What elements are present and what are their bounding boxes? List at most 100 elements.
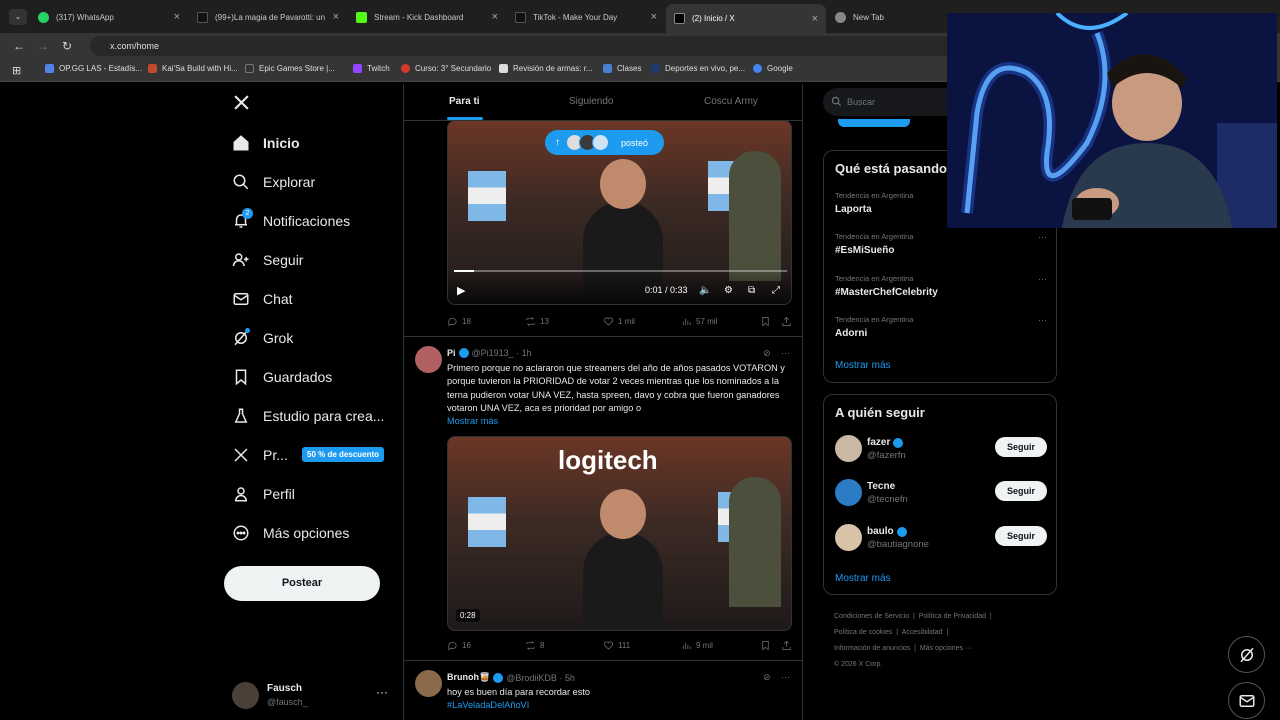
follow-button[interactable]: Seguir — [995, 526, 1047, 546]
more-dots-icon[interactable]: ··· — [781, 348, 790, 358]
footer-privacy-link[interactable]: Política de Privacidad — [919, 613, 986, 620]
follow-show-more-link[interactable]: Mostrar más — [835, 573, 891, 584]
browser-tab-x-home[interactable]: (2) Inicio / X × — [666, 4, 826, 33]
nav-item-more-options[interactable]: Más opciones — [232, 524, 349, 542]
grok-analyze-icon[interactable]: ⊘ — [763, 348, 771, 358]
share-button[interactable] — [781, 316, 796, 327]
premium-subscribe-button[interactable] — [838, 119, 910, 127]
nav-item-chat[interactable]: Chat — [232, 290, 293, 308]
bookmark-kaisa[interactable]: Kai'Sa Build with Hi... — [148, 64, 238, 73]
fullscreen-icon[interactable]: ⤢ — [772, 285, 780, 296]
tab-following[interactable]: Siguiendo — [569, 96, 613, 107]
forward-arrow-icon[interactable]: → — [37, 39, 49, 53]
show-more-link[interactable]: Mostrar más — [447, 416, 498, 426]
address-bar[interactable]: x.com/home — [90, 36, 990, 56]
follow-suggestion[interactable]: fazer @fazerfn Seguir — [835, 435, 1047, 465]
more-dots-icon[interactable]: ··· — [781, 672, 790, 682]
share-button[interactable] — [781, 640, 796, 651]
nav-item-follow[interactable]: Seguir — [232, 251, 303, 269]
post-button[interactable]: Postear — [224, 566, 380, 601]
nav-item-bookmarks[interactable]: Guardados — [232, 368, 332, 386]
footer-terms-link[interactable]: Condiciones de Servicio — [834, 613, 909, 620]
new-posts-pill[interactable]: ↑ posteó — [545, 130, 664, 155]
close-tab-icon[interactable]: × — [492, 11, 498, 23]
bookmark-twitch[interactable]: Twitch — [353, 64, 390, 73]
footer-accessibility-link[interactable]: Accesibilidad — [902, 629, 943, 636]
nav-item-premium[interactable]: Pr... — [232, 446, 288, 464]
close-tab-icon[interactable]: × — [333, 11, 339, 23]
bookmark-button[interactable] — [760, 316, 775, 327]
close-tab-icon[interactable]: × — [651, 11, 657, 23]
account-switcher[interactable]: Fausch @fausch_ ··· — [232, 681, 396, 711]
browser-tab-whatsapp[interactable]: (317) WhatsApp × — [30, 4, 188, 30]
repost-button[interactable]: 8 — [525, 640, 544, 651]
hashtag-link[interactable]: #LaVeladaDelAñoVI — [447, 700, 529, 710]
tab-for-you[interactable]: Para ti — [449, 96, 480, 107]
tweet-video-player[interactable]: logitech 0:28 — [447, 436, 792, 631]
bookmark-deportes[interactable]: Deportes en vivo, pe... — [651, 64, 745, 73]
more-dots-icon[interactable]: ··· — [1038, 232, 1047, 242]
more-dots-icon[interactable]: ··· — [1038, 315, 1047, 325]
browser-tab-new-tab[interactable]: New Tab — [827, 4, 945, 30]
more-dots-icon[interactable]: ··· — [1038, 274, 1047, 284]
picture-in-picture-icon[interactable]: ⧉ — [748, 285, 755, 296]
like-button[interactable]: 111 — [603, 640, 630, 651]
premium-discount-badge[interactable]: 50 % de descuento — [302, 447, 385, 462]
back-arrow-icon[interactable]: ← — [13, 39, 25, 53]
reply-button[interactable]: 16 — [447, 640, 471, 651]
grok-floating-button[interactable] — [1228, 636, 1265, 673]
settings-gear-icon[interactable]: ⚙ — [724, 285, 733, 296]
author-name[interactable]: Pi — [447, 348, 456, 358]
nav-item-explore[interactable]: Explorar — [232, 173, 315, 191]
tab-coscu-army[interactable]: Coscu Army — [704, 96, 758, 107]
footer-ads-info-link[interactable]: Información de anuncios — [834, 645, 910, 652]
trend-item[interactable]: Tendencia en Argentina #MasterChefCelebr… — [835, 274, 1047, 298]
follow-suggestion[interactable]: baulo @bautiagnone Seguir — [835, 524, 1047, 554]
trends-show-more-link[interactable]: Mostrar más — [835, 360, 891, 371]
browser-tab-tiktok[interactable]: TikTok - Make Your Day × — [507, 4, 665, 30]
views-button[interactable]: 9 mil — [681, 640, 713, 651]
tab-list-button[interactable]: ⌄ — [9, 9, 27, 25]
footer-cookies-link[interactable]: Política de cookies — [834, 629, 892, 636]
bookmark-button[interactable] — [760, 640, 775, 651]
bookmark-google[interactable]: Google — [753, 64, 793, 73]
close-tab-icon[interactable]: × — [812, 13, 818, 25]
nav-item-grok[interactable]: Grok — [232, 328, 293, 347]
bookmark-epic[interactable]: Epic Games Store |... — [245, 64, 335, 73]
author-handle[interactable]: @Pi1913_ · 1h — [472, 348, 532, 358]
author-name[interactable]: Brunoh🥃 — [447, 672, 490, 683]
nav-item-creator-studio[interactable]: Estudio para crea... — [232, 407, 384, 425]
like-button[interactable]: 1 mil — [603, 316, 635, 327]
messages-floating-button[interactable] — [1228, 682, 1265, 719]
avatar[interactable] — [415, 670, 442, 697]
avatar[interactable] — [415, 346, 442, 373]
follow-button[interactable]: Seguir — [995, 437, 1047, 457]
browser-tab-kick[interactable]: Stream - Kick Dashboard × — [348, 4, 506, 30]
more-dots-icon[interactable]: ··· — [376, 685, 388, 699]
bookmark-revision[interactable]: Revisión de armas: r... — [499, 64, 593, 73]
grok-analyze-icon[interactable]: ⊘ — [763, 672, 771, 682]
views-button[interactable]: 57 mil — [681, 316, 717, 327]
repost-button[interactable]: 13 — [525, 316, 549, 327]
reload-icon[interactable]: ↻ — [62, 39, 72, 53]
browser-tab-youtube[interactable]: (99+)La magia de Pavarotti: un × — [189, 4, 347, 30]
close-tab-icon[interactable]: × — [174, 11, 180, 23]
trend-item[interactable]: Tendencia en Argentina #EsMiSueño ··· — [835, 232, 1047, 256]
volume-icon[interactable]: 🔈 — [699, 285, 711, 296]
x-logo-icon[interactable] — [233, 94, 250, 111]
video-progress-track[interactable] — [454, 270, 787, 272]
follow-suggestion[interactable]: Tecne @tecnefn Seguir — [835, 479, 1047, 509]
author-handle[interactable]: @BrodiiKDB · 5h — [506, 673, 575, 683]
bookmark-clases[interactable]: Clases — [603, 64, 641, 73]
bookmark-curso[interactable]: Curso: 3° Secundario — [401, 64, 491, 73]
follow-button[interactable]: Seguir — [995, 481, 1047, 501]
nav-item-notifications[interactable]: Notificaciones 2 — [232, 208, 350, 230]
trend-item[interactable]: Tendencia en Argentina Adorni ··· — [835, 315, 1047, 339]
play-icon[interactable]: ▶ — [457, 284, 465, 297]
nav-item-profile[interactable]: Perfil — [232, 485, 295, 503]
bookmark-opgg[interactable]: OP.GG LAS - Estadís... — [45, 64, 142, 73]
apps-grid-icon[interactable]: ⊞ — [12, 64, 21, 77]
reply-button[interactable]: 18 — [447, 316, 471, 327]
footer-more-options-link[interactable]: Más opciones ··· — [920, 645, 972, 652]
nav-item-home[interactable]: Inicio — [232, 134, 300, 152]
